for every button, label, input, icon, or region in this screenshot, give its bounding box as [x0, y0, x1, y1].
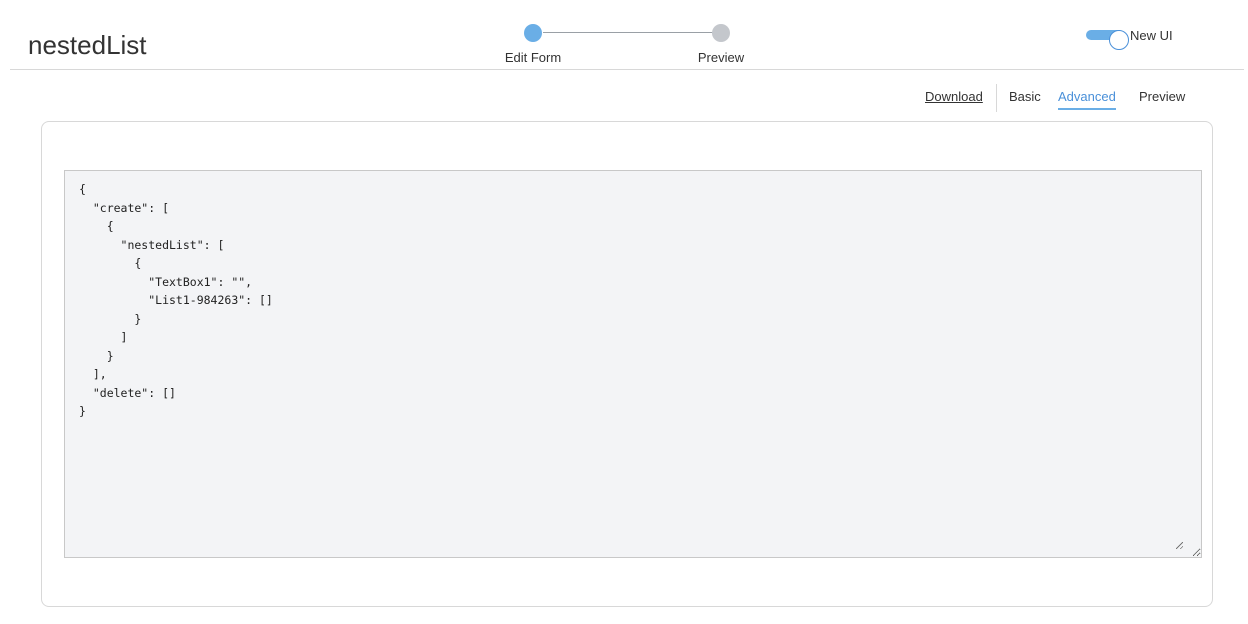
tabs-divider — [996, 84, 997, 112]
view-tabs: Download Basic Advanced Preview — [0, 84, 1248, 114]
tab-preview[interactable]: Preview — [1139, 89, 1185, 104]
stepper-connector — [543, 32, 729, 33]
header-bar: nestedList Edit Form Preview New UI — [10, 0, 1244, 70]
step-preview-label[interactable]: Preview — [698, 50, 744, 65]
tab-basic[interactable]: Basic — [1009, 89, 1041, 104]
json-editor[interactable]: { "create": [ { "nestedList": [ { "TextB… — [64, 170, 1202, 558]
stepper: Edit Form Preview — [10, 0, 1244, 69]
toggle-knob[interactable] — [1109, 30, 1129, 50]
step-edit-form-label[interactable]: Edit Form — [505, 50, 561, 65]
tab-advanced[interactable]: Advanced — [1058, 89, 1116, 110]
step-preview-dot[interactable] — [712, 24, 730, 42]
resize-handle-icon[interactable] — [1176, 542, 1183, 549]
download-link[interactable]: Download — [925, 89, 983, 104]
step-edit-form-dot[interactable] — [524, 24, 542, 42]
advanced-panel: { "create": [ { "nestedList": [ { "TextB… — [41, 121, 1213, 607]
toggle-label: New UI — [1130, 28, 1173, 43]
toggle-track[interactable] — [1086, 30, 1129, 50]
